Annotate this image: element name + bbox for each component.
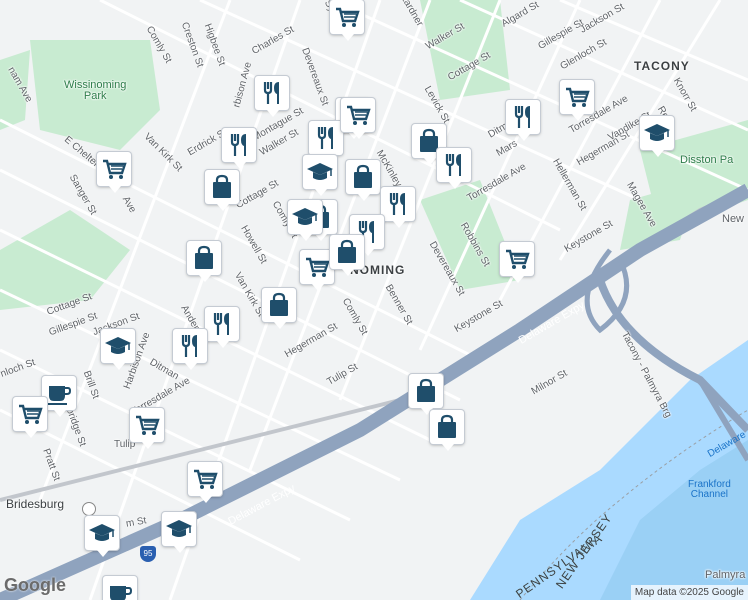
poi-pin-shopping[interactable] [205,170,239,211]
poi-pin-restaurant[interactable] [255,76,289,117]
poi-pin-restaurant[interactable] [309,121,343,162]
map-attribution[interactable]: Map data ©2025 Google [630,585,748,600]
label-bridesburg: Bridesburg [6,497,65,511]
poi-pin-grocery[interactable] [341,98,375,139]
label-tacony: TACONY [634,59,690,73]
poi-pin-cafe[interactable] [42,376,76,417]
poi-pin-shopping[interactable] [346,160,380,201]
poi-pin-grocery[interactable] [300,250,334,291]
label-frankford-channel: Frankford Channel [688,479,731,500]
poi-pin-grocery[interactable] [97,152,131,193]
poi-pin-school[interactable] [85,516,119,557]
poi-pin-grocery[interactable] [500,242,534,283]
poi-pin-grocery[interactable] [560,80,594,121]
poi-pin-school[interactable] [303,155,337,196]
poi-pin-grocery[interactable] [330,0,364,41]
poi-pin-restaurant[interactable] [205,307,239,348]
poi-pin-school[interactable] [640,116,674,157]
poi-pin-grocery[interactable] [188,462,222,503]
poi-pin-school[interactable] [101,329,135,370]
poi-pin-school[interactable] [288,200,322,241]
poi-pin-restaurant[interactable] [222,128,256,169]
label-wissinoming-park: Wissinoming Park [64,79,127,102]
poi-pin-restaurant[interactable] [506,100,540,141]
label-new: New [722,213,745,225]
poi-pin-shopping[interactable] [330,235,364,276]
label-palmyra: Palmyra [705,569,746,581]
google-logo: Google [4,575,66,595]
poi-pin-school[interactable] [162,512,196,553]
poi-pin-shopping[interactable] [187,241,221,282]
bridesburg-town-marker-icon [82,502,96,516]
label-disston-park: Disston Pa [680,154,734,166]
poi-pin-restaurant[interactable] [437,148,471,189]
poi-pin-restaurant[interactable] [173,329,207,370]
poi-pin-shopping[interactable] [430,410,464,451]
interstate-95-shield-icon: 95 [140,546,156,562]
poi-pin-shopping[interactable] [262,288,296,329]
poi-pin-cafe[interactable] [103,576,137,600]
poi-pin-grocery[interactable] [130,408,164,449]
map-canvas[interactable]: TACONY NOMING Bridesburg Wissinoming Par… [0,0,748,600]
poi-pin-shopping[interactable] [409,374,443,415]
poi-pin-grocery[interactable] [13,397,47,438]
poi-pin-restaurant[interactable] [381,187,415,228]
